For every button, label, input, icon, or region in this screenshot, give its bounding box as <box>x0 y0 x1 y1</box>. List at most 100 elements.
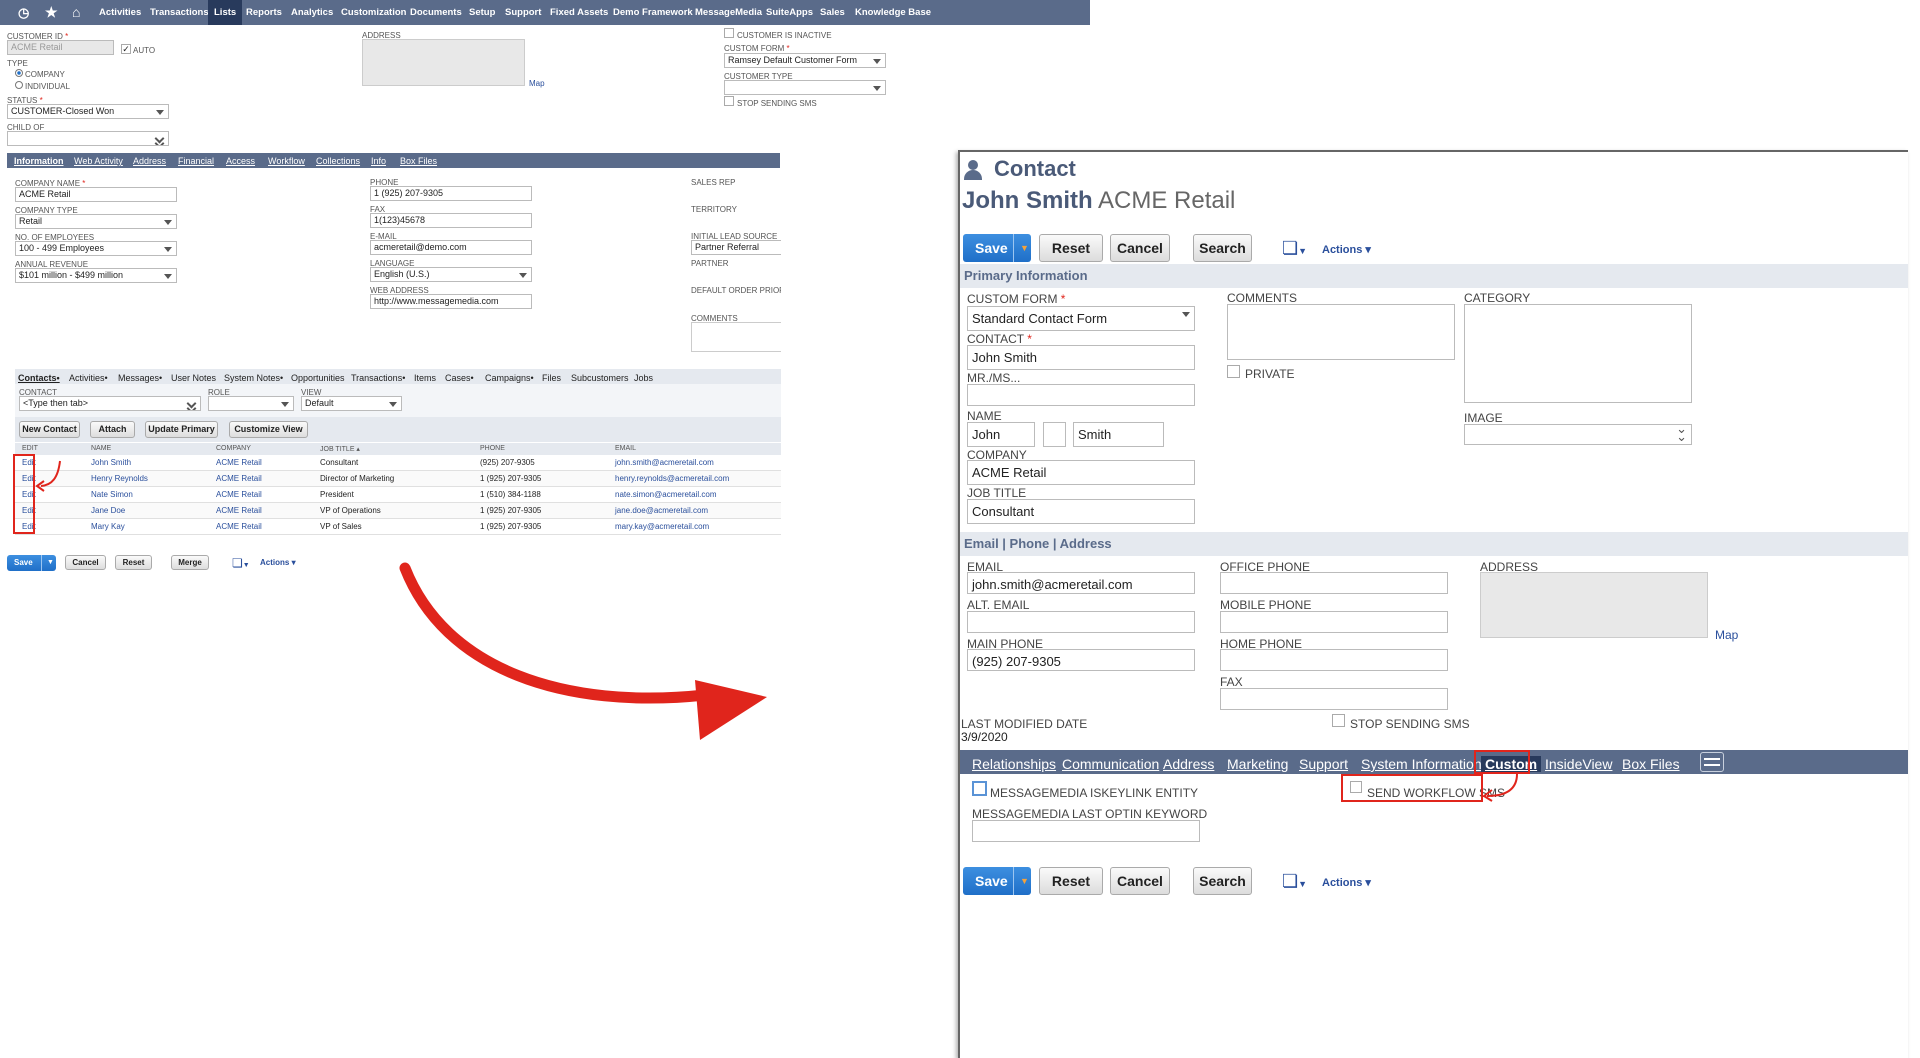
fax-input[interactable]: 1(123)45678 <box>370 213 532 228</box>
row-name-link[interactable]: John Smith <box>91 458 131 467</box>
nav-reports[interactable]: Reports <box>246 7 282 18</box>
new-contact-button[interactable]: New Contact <box>19 421 80 438</box>
contact-cancel-button-top[interactable]: Cancel <box>1110 234 1170 262</box>
recent-icon[interactable]: ◷ <box>18 5 29 21</box>
nav-setup[interactable]: Setup <box>469 7 495 18</box>
optin-keyword-input[interactable] <box>972 820 1200 842</box>
middle-name-input[interactable] <box>1043 422 1066 447</box>
col-name[interactable]: NAME <box>91 445 111 452</box>
employees-select[interactable]: 100 - 499 Employees <box>15 241 177 256</box>
tab-financial[interactable]: Financial <box>178 156 214 166</box>
tab-relationships[interactable]: Relationships <box>972 756 1056 772</box>
col-email[interactable]: EMAIL <box>615 445 636 452</box>
language-select[interactable]: English (U.S.) <box>370 267 532 282</box>
row-email-link[interactable]: jane.doe@acmeretail.com <box>615 506 708 515</box>
phone-input[interactable]: 1 (925) 207-9305 <box>370 186 532 201</box>
nav-lists[interactable]: Lists <box>208 0 243 25</box>
web-address-input[interactable]: http://www.messagemedia.com <box>370 294 532 309</box>
company-select[interactable]: ACME Retail <box>967 460 1195 485</box>
subtab-messages[interactable]: Messages• <box>118 373 162 383</box>
star-icon[interactable]: ★ <box>45 4 58 21</box>
role-select[interactable] <box>208 396 294 411</box>
nav-suiteapps[interactable]: SuiteApps <box>766 7 813 18</box>
customer-type-select[interactable] <box>724 80 886 95</box>
primary-information-section[interactable]: Primary Information <box>960 264 1908 288</box>
nav-messagemedia[interactable]: MessageMedia <box>695 7 762 18</box>
category-multiselect[interactable] <box>1464 304 1692 403</box>
subtab-campaigns[interactable]: Campaigns• <box>485 373 534 383</box>
tab-marketing[interactable]: Marketing <box>1227 756 1288 772</box>
nav-sales[interactable]: Sales <box>820 7 845 18</box>
nav-analytics[interactable]: Analytics <box>291 7 333 18</box>
row-name-link[interactable]: Jane Doe <box>91 506 125 515</box>
hamburger-icon[interactable] <box>1700 752 1724 772</box>
tab-web-activity[interactable]: Web Activity <box>74 156 123 166</box>
child-of-select[interactable] <box>7 131 169 146</box>
email-phone-address-section[interactable]: Email | Phone | Address <box>960 532 1908 556</box>
status-select[interactable]: CUSTOMER-Closed Won <box>7 104 169 119</box>
alt-email-input[interactable] <box>967 611 1195 633</box>
tab-workflow[interactable]: Workflow <box>268 156 305 166</box>
subtab-activities[interactable]: Activities• <box>69 373 108 383</box>
address-map-link[interactable]: Map <box>529 79 545 88</box>
tab-info[interactable]: Info <box>371 156 386 166</box>
contact-search-button-top[interactable]: Search <box>1193 234 1252 262</box>
tab-system-information[interactable]: System Information <box>1361 756 1482 772</box>
row-email-link[interactable]: john.smith@acmeretail.com <box>615 458 714 467</box>
lead-source-select[interactable]: Partner Referral <box>691 240 781 255</box>
row-company-link[interactable]: ACME Retail <box>216 490 262 499</box>
update-primary-button[interactable]: Update Primary <box>145 421 218 438</box>
tab-information[interactable]: Information <box>14 156 64 166</box>
row-company-link[interactable]: ACME Retail <box>216 506 262 515</box>
row-name-link[interactable]: Mary Kay <box>91 522 125 531</box>
company-radio[interactable] <box>15 69 23 77</box>
subtab-subcustomers[interactable]: Subcustomers <box>571 373 629 383</box>
customer-id-input[interactable]: ACME Retail <box>7 40 114 55</box>
tab-insideview[interactable]: InsideView <box>1545 756 1612 772</box>
contact-form-select[interactable]: Standard Contact Form <box>967 306 1195 331</box>
comments-textarea[interactable] <box>1227 304 1455 360</box>
row-email-link[interactable]: henry.reynolds@acmeretail.com <box>615 474 729 483</box>
main-phone-input[interactable]: (925) 207-9305 <box>967 649 1195 671</box>
stop-sms-checkbox[interactable] <box>724 96 734 106</box>
contact-reset-button-top[interactable]: Reset <box>1039 234 1103 262</box>
tab-communication[interactable]: Communication <box>1062 756 1159 772</box>
nav-fixed-assets[interactable]: Fixed Assets <box>550 7 608 18</box>
contact-save-button-bottom[interactable]: Save ▼ <box>963 867 1031 895</box>
home-phone-input[interactable] <box>1220 649 1448 671</box>
individual-radio[interactable] <box>15 81 23 89</box>
tab-address[interactable]: Address <box>1163 756 1214 772</box>
last-name-input[interactable]: Smith <box>1073 422 1164 447</box>
private-checkbox[interactable] <box>1227 365 1240 378</box>
address-textarea[interactable] <box>362 39 525 86</box>
subtab-contacts[interactable]: Contacts• <box>18 373 60 383</box>
comments-textarea[interactable] <box>691 322 781 352</box>
office-phone-input[interactable] <box>1220 572 1448 594</box>
fax-input[interactable] <box>1220 688 1448 710</box>
nav-demo-framework[interactable]: Demo Framework <box>613 7 693 18</box>
image-select[interactable]: ⌄ ⌄ <box>1464 424 1692 445</box>
col-job-title[interactable]: JOB TITLE ▴ <box>320 445 360 453</box>
subtab-items[interactable]: Items <box>414 373 436 383</box>
tab-collections[interactable]: Collections <box>316 156 360 166</box>
nav-transactions[interactable]: Transactions <box>150 7 209 18</box>
tab-box-files[interactable]: Box Files <box>1622 756 1680 772</box>
contact-reset-button-bottom[interactable]: Reset <box>1039 867 1103 895</box>
company-type-select[interactable]: Retail <box>15 214 177 229</box>
auto-checkbox[interactable]: ✓ <box>121 44 131 54</box>
contact-stop-sms-checkbox[interactable] <box>1332 714 1345 727</box>
revenue-select[interactable]: $101 million - $499 million <box>15 268 177 283</box>
first-name-input[interactable]: John <box>967 422 1035 447</box>
row-name-link[interactable]: Henry Reynolds <box>91 474 148 483</box>
contact-search-button-bottom[interactable]: Search <box>1193 867 1252 895</box>
col-phone[interactable]: PHONE <box>480 445 505 452</box>
mrms-input[interactable] <box>967 384 1195 406</box>
customer-cancel-button[interactable]: Cancel <box>65 555 106 570</box>
customer-reset-button[interactable]: Reset <box>115 555 152 570</box>
subtab-jobs[interactable]: Jobs <box>634 373 653 383</box>
tab-box-files[interactable]: Box Files <box>400 156 437 166</box>
nav-activities[interactable]: Activities <box>99 7 141 18</box>
home-icon[interactable]: ⌂ <box>72 4 80 20</box>
customer-new-record-icon[interactable]: ❏▼ <box>232 556 250 570</box>
address-box[interactable] <box>1480 572 1708 638</box>
